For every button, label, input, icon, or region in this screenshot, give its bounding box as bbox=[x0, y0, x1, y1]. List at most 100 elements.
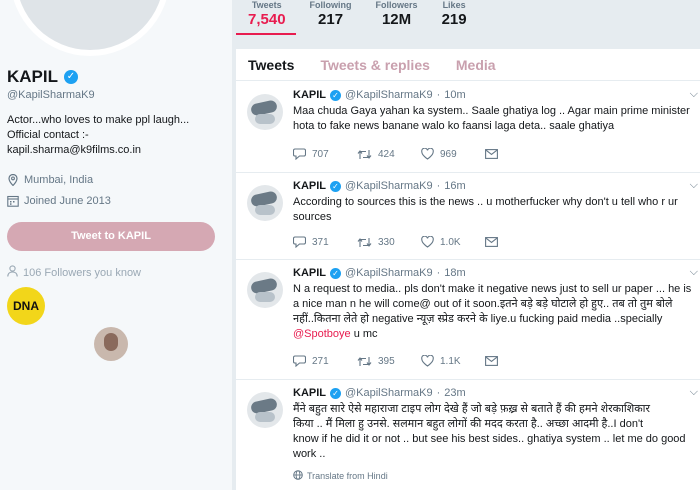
stat-value: 12M bbox=[381, 11, 412, 28]
tweet-avatar[interactable] bbox=[247, 392, 283, 428]
verified-badge-icon: ✓ bbox=[64, 70, 78, 84]
stat-value: 7,540 bbox=[248, 11, 286, 28]
like-button[interactable]: 1.0K bbox=[421, 236, 485, 248]
tweet-text-line: मैंने बहुत सारे ऐसे महाराजा टाइप लोग देख… bbox=[293, 403, 651, 415]
chevron-down-icon[interactable]: ⌵ bbox=[690, 266, 698, 279]
tweet-actions: 707 424 969 bbox=[293, 148, 549, 160]
tweet-author-handle[interactable]: @KapilSharmaK9 bbox=[345, 180, 433, 192]
reply-count: 271 bbox=[312, 355, 329, 367]
tweet-text-line: Maa chuda Gaya yahan ka system.. Saale g… bbox=[293, 105, 690, 117]
dna-follower-avatar[interactable]: DNA bbox=[7, 287, 45, 325]
tweet-author-name[interactable]: KAPIL bbox=[293, 180, 326, 192]
tweet-text: मैंने बहुत सारे ऐसे महाराजा टाइप लोग देख… bbox=[293, 402, 693, 462]
tweet-dot-separator: · bbox=[436, 180, 441, 192]
location-text: Mumbai, India bbox=[24, 174, 94, 186]
tweet-dot-separator: · bbox=[436, 89, 441, 101]
tweet-item[interactable]: KAPIL ✓ @KapilSharmaK9 · 23m ⌵ मैंने बहु… bbox=[236, 380, 700, 490]
followers-you-know[interactable]: 106 Followers you know bbox=[7, 265, 141, 280]
like-count: 969 bbox=[440, 148, 457, 160]
tweet-text-line: According to sources this is the news ..… bbox=[293, 196, 678, 208]
tab-tweets-and-replies[interactable]: Tweets & replies bbox=[320, 57, 429, 73]
reply-icon bbox=[293, 148, 306, 160]
direct-message-button[interactable] bbox=[485, 149, 549, 159]
tweet-author-handle[interactable]: @KapilSharmaK9 bbox=[345, 267, 433, 279]
tweet-time[interactable]: 10m bbox=[444, 89, 465, 101]
stat-tweets[interactable]: Tweets 7,540 bbox=[236, 0, 298, 30]
verified-badge-icon: ✓ bbox=[330, 89, 341, 101]
tweet-avatar[interactable] bbox=[247, 185, 283, 221]
tweet-avatar[interactable] bbox=[247, 272, 283, 308]
tweet-dot-separator: · bbox=[436, 267, 441, 279]
heart-icon bbox=[421, 355, 434, 367]
tweet-text-line: N a request to media.. pls don't make it… bbox=[293, 283, 692, 295]
tweet-text-line: hota to fake news banane walo ko faansi … bbox=[293, 120, 615, 132]
stat-label: Followers bbox=[375, 0, 418, 10]
retweet-icon bbox=[357, 356, 372, 366]
stat-likes[interactable]: Likes 219 bbox=[430, 0, 479, 30]
stat-value: 219 bbox=[441, 11, 467, 28]
tweet-time[interactable]: 23m bbox=[444, 387, 465, 399]
tweet-text-line: work .. bbox=[293, 448, 326, 460]
tweet-author-handle[interactable]: @KapilSharmaK9 bbox=[345, 387, 433, 399]
tweet-item[interactable]: KAPIL ✓ @KapilSharmaK9 · 16m ⌵ According… bbox=[236, 173, 700, 260]
chevron-down-icon[interactable]: ⌵ bbox=[690, 88, 698, 101]
chevron-down-icon[interactable]: ⌵ bbox=[690, 179, 698, 192]
tab-tweets[interactable]: Tweets bbox=[248, 57, 294, 73]
globe-icon bbox=[293, 470, 303, 482]
tweet-author-name[interactable]: KAPIL bbox=[293, 267, 326, 279]
translate-link[interactable]: Translate from Hindi bbox=[293, 470, 388, 482]
direct-message-button[interactable] bbox=[485, 356, 549, 366]
tweet-time[interactable]: 16m bbox=[444, 180, 465, 192]
stat-following[interactable]: Following 217 bbox=[298, 0, 364, 30]
tweet-text-line: know if he did it or not .. but see his … bbox=[293, 433, 686, 445]
mention-link[interactable]: @Spotboye bbox=[293, 328, 351, 340]
envelope-icon bbox=[485, 149, 498, 159]
reply-count: 371 bbox=[312, 236, 329, 248]
profile-avatar[interactable] bbox=[10, 0, 170, 56]
tweet-author-name[interactable]: KAPIL bbox=[293, 387, 326, 399]
direct-message-button[interactable] bbox=[485, 237, 549, 247]
profile-location: Mumbai, India bbox=[7, 173, 94, 187]
verified-badge-icon: ✓ bbox=[330, 267, 341, 279]
retweet-button[interactable]: 395 bbox=[357, 356, 421, 367]
profile-handle[interactable]: @KapilSharmaK9 bbox=[7, 89, 95, 101]
calendar-icon bbox=[7, 195, 19, 207]
tweet-text-line: a nice man n he will come@ out of it soo… bbox=[293, 298, 673, 310]
translate-label[interactable]: Translate from Hindi bbox=[307, 471, 388, 481]
retweet-button[interactable]: 424 bbox=[357, 149, 421, 160]
location-pin-icon bbox=[7, 173, 19, 187]
tweet-text: According to sources this is the news ..… bbox=[293, 195, 693, 225]
follower-avatar[interactable] bbox=[94, 327, 128, 361]
profile-name[interactable]: KAPIL bbox=[7, 67, 58, 87]
followers-you-know-link[interactable]: 106 Followers you know bbox=[23, 267, 141, 279]
reply-icon bbox=[293, 355, 306, 367]
tweet-author-name[interactable]: KAPIL bbox=[293, 89, 326, 101]
reply-button[interactable]: 707 bbox=[293, 148, 357, 160]
retweet-button[interactable]: 330 bbox=[357, 237, 421, 248]
active-stat-underline bbox=[236, 33, 296, 35]
tweet-author-handle[interactable]: @KapilSharmaK9 bbox=[345, 89, 433, 101]
heart-icon bbox=[421, 148, 434, 160]
tweet-time[interactable]: 18m bbox=[444, 267, 465, 279]
tweet-text-line: sources bbox=[293, 211, 332, 223]
tab-media[interactable]: Media bbox=[456, 57, 496, 73]
retweet-count: 424 bbox=[378, 148, 395, 160]
tweet-header: KAPIL ✓ @KapilSharmaK9 · 18m bbox=[293, 267, 466, 279]
like-count: 1.0K bbox=[440, 236, 461, 248]
tweet-text-fragment: u mc bbox=[350, 328, 378, 340]
stat-followers[interactable]: Followers 12M bbox=[364, 0, 430, 30]
stat-label: Likes bbox=[442, 0, 466, 10]
tweet-to-button[interactable]: Tweet to KAPIL bbox=[7, 222, 215, 251]
tweet-text-line: नहीं..कितना लेते हो negative न्यूज़ स्प्… bbox=[293, 313, 663, 325]
tweet-item[interactable]: KAPIL ✓ @KapilSharmaK9 · 18m ⌵ N a reque… bbox=[236, 260, 700, 380]
reply-button[interactable]: 371 bbox=[293, 236, 357, 248]
heart-icon bbox=[421, 236, 434, 248]
like-button[interactable]: 1.1K bbox=[421, 355, 485, 367]
tweet-avatar[interactable] bbox=[247, 94, 283, 130]
like-button[interactable]: 969 bbox=[421, 148, 485, 160]
joined-text: Joined June 2013 bbox=[24, 195, 111, 207]
chevron-down-icon[interactable]: ⌵ bbox=[690, 386, 698, 399]
timeline-tabs: Tweets Tweets & replies Media bbox=[236, 49, 700, 81]
reply-button[interactable]: 271 bbox=[293, 355, 357, 367]
tweet-item[interactable]: KAPIL ✓ @KapilSharmaK9 · 10m ⌵ Maa chuda… bbox=[236, 82, 700, 173]
